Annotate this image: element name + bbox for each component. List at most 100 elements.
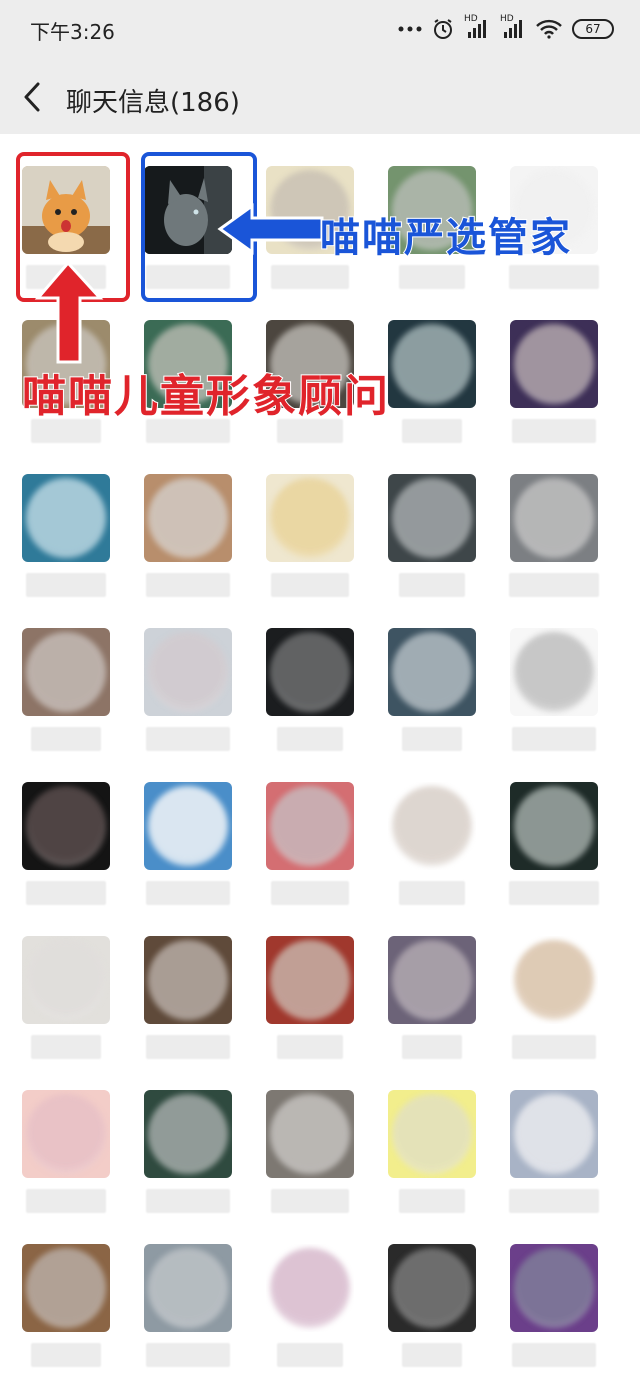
member-cell[interactable] xyxy=(128,442,248,597)
member-cell[interactable] xyxy=(128,750,248,905)
member-avatar[interactable] xyxy=(144,474,232,562)
blurred-face xyxy=(148,1248,228,1328)
member-cell[interactable] xyxy=(128,596,248,751)
member-cell[interactable] xyxy=(494,904,614,1059)
highlight-box-red xyxy=(16,152,130,302)
blurred-face xyxy=(514,940,594,1020)
member-avatar[interactable] xyxy=(22,1244,110,1332)
member-name-redacted xyxy=(271,573,349,597)
member-avatar[interactable] xyxy=(266,1090,354,1178)
member-avatar[interactable] xyxy=(22,782,110,870)
blurred-face xyxy=(270,1094,350,1174)
member-cell[interactable] xyxy=(372,442,492,597)
member-avatar[interactable] xyxy=(144,782,232,870)
member-cell[interactable] xyxy=(6,750,126,905)
member-avatar[interactable] xyxy=(22,628,110,716)
member-name-redacted xyxy=(146,573,230,597)
member-name-redacted xyxy=(512,727,596,751)
member-avatar[interactable] xyxy=(510,474,598,562)
member-name-redacted xyxy=(277,1035,343,1059)
member-avatar[interactable] xyxy=(266,474,354,562)
member-name-redacted xyxy=(509,881,599,905)
blurred-face xyxy=(514,478,594,558)
member-avatar[interactable] xyxy=(144,628,232,716)
member-name-redacted xyxy=(31,1035,101,1059)
member-cell[interactable] xyxy=(6,442,126,597)
battery-icon: 67 xyxy=(572,19,614,39)
member-avatar[interactable] xyxy=(266,1244,354,1332)
member-cell[interactable] xyxy=(6,904,126,1059)
member-avatar[interactable] xyxy=(144,1244,232,1332)
member-cell[interactable] xyxy=(494,288,614,443)
member-avatar[interactable] xyxy=(388,1244,476,1332)
chevron-left-icon[interactable] xyxy=(18,80,48,114)
member-cell[interactable] xyxy=(372,750,492,905)
header-bar: 聊天信息(186) xyxy=(0,60,640,134)
blurred-face xyxy=(392,632,472,712)
member-avatar[interactable] xyxy=(22,936,110,1024)
page-title: 聊天信息(186) xyxy=(66,88,240,118)
member-name-redacted xyxy=(26,881,106,905)
member-avatar[interactable] xyxy=(144,936,232,1024)
member-avatar[interactable] xyxy=(510,320,598,408)
member-cell[interactable] xyxy=(250,596,370,751)
blurred-face xyxy=(26,478,106,558)
member-name-redacted xyxy=(26,573,106,597)
member-cell[interactable] xyxy=(372,904,492,1059)
member-avatar[interactable] xyxy=(510,1090,598,1178)
highlight-box-blue xyxy=(141,152,257,302)
blurred-face xyxy=(392,940,472,1020)
status-time: 下午3:26 xyxy=(30,20,115,44)
member-avatar[interactable] xyxy=(510,936,598,1024)
blurred-face xyxy=(26,940,106,1020)
member-cell[interactable] xyxy=(372,288,492,443)
member-avatar[interactable] xyxy=(388,1090,476,1178)
blurred-face xyxy=(270,632,350,712)
signal-icon: HD xyxy=(500,14,526,40)
member-cell[interactable] xyxy=(372,1058,492,1213)
member-name-redacted xyxy=(271,1189,349,1213)
member-avatar[interactable] xyxy=(144,1090,232,1178)
member-cell[interactable] xyxy=(494,750,614,905)
member-avatar[interactable] xyxy=(388,628,476,716)
member-name-redacted xyxy=(402,1343,462,1367)
member-avatar[interactable] xyxy=(22,474,110,562)
member-avatar[interactable] xyxy=(266,628,354,716)
member-avatar[interactable] xyxy=(510,782,598,870)
member-avatar[interactable] xyxy=(510,628,598,716)
member-avatar[interactable] xyxy=(388,474,476,562)
signal-icon: HD xyxy=(464,14,490,40)
member-cell[interactable] xyxy=(6,596,126,751)
member-cell[interactable] xyxy=(494,596,614,751)
member-cell[interactable] xyxy=(6,1058,126,1213)
member-cell[interactable] xyxy=(6,1212,126,1367)
member-name-redacted xyxy=(512,1035,596,1059)
member-cell[interactable] xyxy=(250,1212,370,1367)
member-cell[interactable] xyxy=(494,442,614,597)
member-cell[interactable] xyxy=(128,904,248,1059)
member-avatar[interactable] xyxy=(266,782,354,870)
member-avatar[interactable] xyxy=(266,936,354,1024)
member-cell[interactable] xyxy=(372,1212,492,1367)
member-name-redacted xyxy=(146,1343,230,1367)
member-cell[interactable] xyxy=(494,1212,614,1367)
member-cell[interactable] xyxy=(250,1058,370,1213)
member-name-redacted xyxy=(146,1189,230,1213)
member-avatar[interactable] xyxy=(388,782,476,870)
member-avatar[interactable] xyxy=(388,320,476,408)
member-cell[interactable] xyxy=(128,1212,248,1367)
member-avatar[interactable] xyxy=(22,1090,110,1178)
member-name-redacted xyxy=(512,1343,596,1367)
member-cell[interactable] xyxy=(250,904,370,1059)
blurred-face xyxy=(26,632,106,712)
member-cell[interactable] xyxy=(250,442,370,597)
member-name-redacted xyxy=(509,265,599,289)
member-avatar[interactable] xyxy=(388,936,476,1024)
member-cell[interactable] xyxy=(372,596,492,751)
member-cell[interactable] xyxy=(250,750,370,905)
member-name-redacted xyxy=(146,881,230,905)
blurred-face xyxy=(26,786,106,866)
member-cell[interactable] xyxy=(494,1058,614,1213)
member-avatar[interactable] xyxy=(510,1244,598,1332)
member-cell[interactable] xyxy=(128,1058,248,1213)
